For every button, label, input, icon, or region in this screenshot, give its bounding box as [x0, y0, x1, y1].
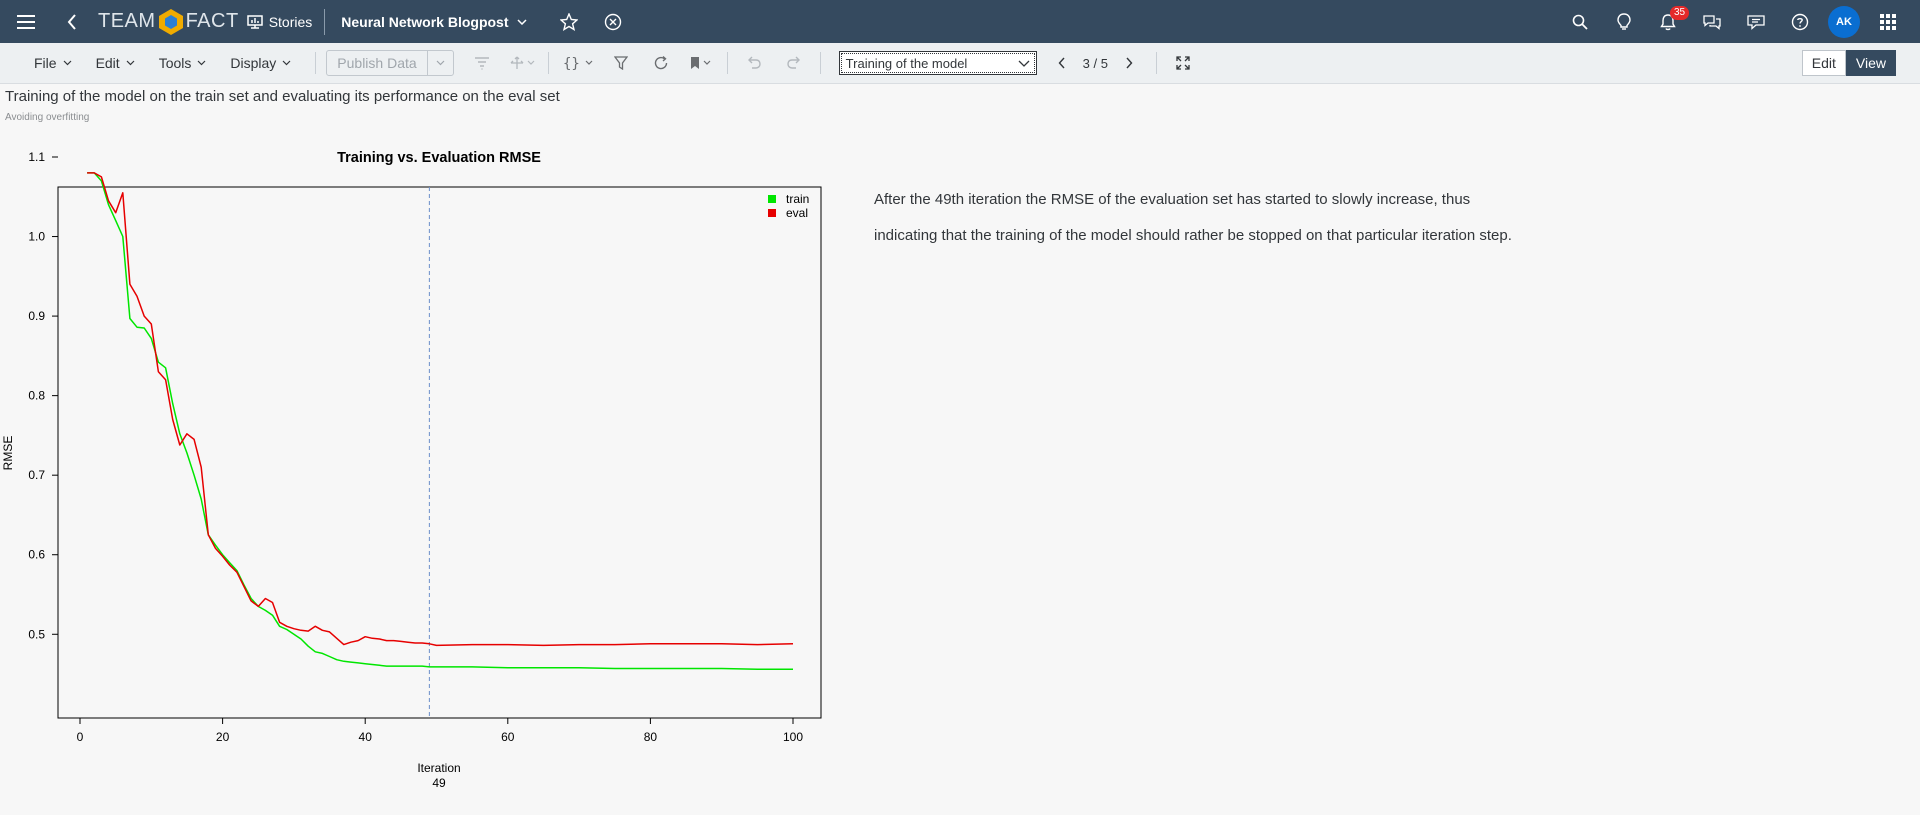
vline-label: 49 — [432, 776, 446, 790]
notification-badge: 35 — [1670, 5, 1690, 20]
chevron-down-icon — [516, 18, 527, 25]
x-tick-label: 40 — [359, 730, 373, 744]
publish-data-label: Publish Data — [337, 55, 417, 71]
refresh-icon[interactable] — [641, 48, 681, 78]
page-description: After the 49th iteration the RMSE of the… — [874, 191, 1512, 244]
page-select-value: Training of the model — [845, 55, 968, 71]
edit-mode-button[interactable]: Edit — [1801, 50, 1846, 76]
undo-icon[interactable] — [734, 48, 774, 78]
x-axis-label: Iteration — [417, 761, 460, 775]
mode-switch: Edit View — [1801, 50, 1896, 76]
stories-link[interactable]: Stories — [246, 8, 326, 35]
logo-text-left: TEAM — [98, 10, 156, 32]
plot-frame — [57, 186, 822, 719]
rmse-line-chart: Training vs. Evaluation RMSE RMSE Iterat… — [1, 150, 822, 790]
menu-file-label: File — [34, 55, 57, 71]
toolbar-divider — [1155, 52, 1157, 74]
shell-bar: TEAM FACT Stories Neural Network Blogpos… — [0, 0, 1920, 43]
filter-icon[interactable] — [601, 48, 641, 78]
move-icon[interactable] — [502, 48, 542, 78]
axes-group: 0 20 40 60 80 100 0.5 0.6 0.7 0.8 0.9 1.0 1.1 — [28, 150, 803, 744]
feedback-icon[interactable] — [1734, 4, 1778, 40]
x-tick-label: 0 — [77, 730, 84, 744]
chevron-down-icon — [197, 60, 206, 66]
y-axis-label: RMSE — [1, 436, 15, 471]
publish-dropdown-icon[interactable] — [426, 51, 453, 75]
menu-tools-label: Tools — [158, 55, 192, 71]
y-tick-label: 0.8 — [28, 389, 45, 403]
menu-display[interactable]: Display — [230, 55, 291, 71]
format-icon[interactable] — [462, 48, 502, 78]
y-tick-label: 1.0 — [28, 230, 45, 244]
page-subtitle: Avoiding overfitting — [5, 112, 90, 123]
svg-text:{}: {} — [563, 56, 580, 70]
chart-title: Training vs. Evaluation RMSE — [337, 150, 541, 166]
section-label: Stories — [268, 13, 313, 30]
x-tick-label: 60 — [501, 730, 515, 744]
page-pager: 3 / 5 — [1049, 56, 1142, 71]
series-line-eval — [87, 172, 794, 647]
search-icon[interactable] — [1558, 4, 1602, 40]
legend-swatch-train — [768, 195, 776, 203]
logo: TEAM FACT — [98, 8, 239, 36]
page-indicator: 3 / 5 — [1082, 55, 1108, 71]
bookmark-icon[interactable] — [681, 48, 721, 78]
story-title-menu[interactable]: Neural Network Blogpost — [341, 13, 527, 30]
avatar[interactable]: AK — [1828, 5, 1860, 38]
menu-tools[interactable]: Tools — [159, 55, 207, 71]
menu-edit-label: Edit — [95, 55, 120, 71]
menu-display-label: Display — [230, 55, 277, 71]
y-tick-label: 1.1 — [28, 150, 45, 164]
y-tick-label: 0.5 — [28, 627, 45, 641]
logo-text-right: FACT — [185, 10, 239, 32]
legend-label-train: train — [786, 192, 809, 206]
notifications-bell-icon[interactable]: 35 — [1646, 4, 1690, 40]
story-title: Neural Network Blogpost — [341, 13, 509, 30]
series-line-train — [87, 172, 793, 671]
menu-icon[interactable] — [8, 4, 44, 40]
legend-label-eval: eval — [786, 206, 808, 220]
toolbar-divider — [547, 52, 549, 74]
x-tick-label: 80 — [644, 730, 658, 744]
publish-data-button[interactable]: Publish Data — [326, 50, 454, 76]
chevron-down-icon — [126, 60, 135, 66]
y-tick-label: 0.6 — [28, 548, 45, 562]
logo-hex-icon — [158, 8, 183, 35]
discussions-icon[interactable] — [1690, 4, 1734, 40]
page-select[interactable]: Training of the model — [838, 51, 1037, 75]
lightbulb-icon[interactable] — [1602, 4, 1646, 40]
legend-swatch-eval — [768, 209, 776, 217]
story-toolbar: File Edit Tools Display Publish Data {} — [0, 43, 1920, 84]
legend: traineval — [768, 192, 809, 220]
favorite-star-icon[interactable] — [551, 4, 587, 40]
prev-page-icon[interactable] — [1049, 57, 1075, 69]
chevron-down-icon — [1018, 60, 1030, 67]
x-tick-label: 20 — [216, 730, 230, 744]
chevron-down-icon — [282, 60, 291, 66]
toolbar-divider — [726, 52, 728, 74]
menu-file[interactable]: File — [34, 55, 72, 71]
x-tick-label: 100 — [783, 730, 803, 744]
close-circle-icon[interactable] — [595, 4, 631, 40]
menu-edit[interactable]: Edit — [96, 55, 135, 71]
series-group — [87, 172, 794, 718]
next-page-icon[interactable] — [1116, 57, 1142, 69]
chevron-down-icon — [63, 60, 71, 66]
redo-icon[interactable] — [774, 48, 814, 78]
back-icon[interactable] — [54, 4, 90, 40]
page-title: Training of the model on the train set a… — [5, 88, 560, 105]
toolbar-divider — [819, 52, 821, 74]
y-tick-label: 0.7 — [28, 468, 45, 482]
fullscreen-icon[interactable] — [1163, 48, 1203, 78]
app-grid-icon[interactable] — [1866, 4, 1910, 40]
formula-braces-icon[interactable]: {} — [555, 48, 601, 78]
presentation-icon — [246, 14, 263, 29]
y-tick-label: 0.9 — [28, 309, 45, 323]
help-icon[interactable] — [1778, 4, 1822, 40]
view-mode-button[interactable]: View — [1845, 50, 1896, 76]
toolbar-divider — [315, 52, 317, 74]
